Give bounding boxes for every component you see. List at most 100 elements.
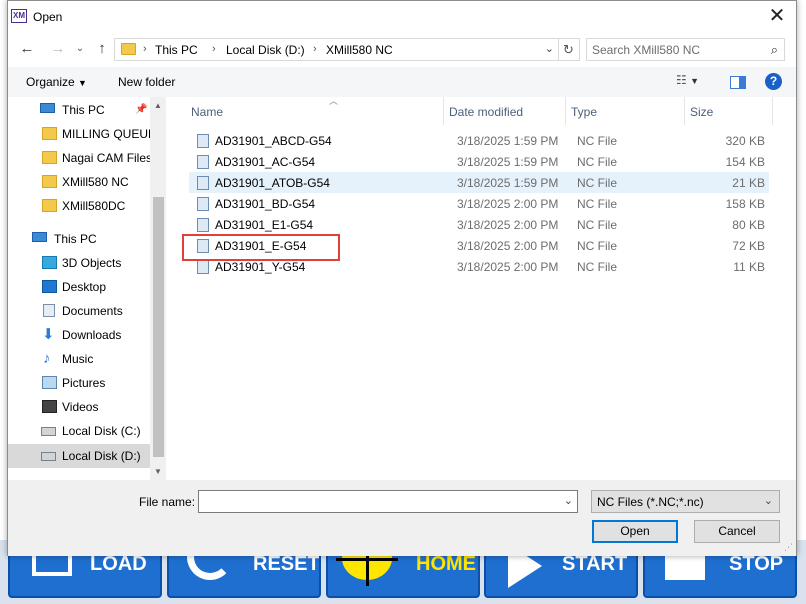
forward-arrow-icon[interactable]: → xyxy=(48,39,68,59)
file-row[interactable]: AD31901_E1-G54 3/18/2025 2:00 PM NC File… xyxy=(189,214,769,235)
cancel-button[interactable]: Cancel xyxy=(694,520,780,543)
nav-item-label: 3D Objects xyxy=(62,256,122,270)
nc-file-icon xyxy=(197,218,209,232)
desktop-icon xyxy=(42,280,57,293)
close-icon[interactable]: ✕ xyxy=(766,5,788,27)
search-icon: ⌕ xyxy=(770,42,778,57)
breadcrumb-separator: › xyxy=(313,43,317,55)
recent-locations-icon[interactable]: ⌄ xyxy=(70,39,90,59)
nav-item-local-disk-c[interactable]: Local Disk (C:) xyxy=(8,419,150,443)
file-type: NC File xyxy=(577,134,618,148)
nav-item-this-pc[interactable]: This PC xyxy=(8,227,150,251)
column-header-date[interactable]: Date modified xyxy=(443,97,565,125)
breadcrumb-local-disk-d[interactable]: Local Disk (D:) xyxy=(226,43,305,57)
resize-grip-icon[interactable]: ⋰ xyxy=(784,542,793,553)
videos-icon xyxy=(42,400,57,413)
breadcrumb-separator: › xyxy=(212,43,216,55)
address-bar[interactable]: › This PC › Local Disk (D:) › XMill580 N… xyxy=(114,38,559,61)
back-arrow-icon[interactable]: ← xyxy=(17,39,37,59)
nav-item-pictures[interactable]: Pictures xyxy=(8,371,150,395)
dropdown-arrow-icon: ▼ xyxy=(78,78,87,88)
stop-label: STOP xyxy=(729,553,784,575)
nav-item-label: This PC xyxy=(62,103,105,117)
nav-item-desktop[interactable]: Desktop xyxy=(8,275,150,299)
search-input[interactable]: Search XMill580 NC ⌕ xyxy=(586,38,785,61)
nav-item-label: Nagai CAM Files xyxy=(62,151,153,165)
nav-item-label: Downloads xyxy=(62,328,122,342)
folder-icon xyxy=(42,127,57,140)
title-bar: XM Open ✕ xyxy=(8,1,796,33)
column-header-label: Name xyxy=(191,105,224,119)
file-size: 80 KB xyxy=(732,218,765,232)
column-header-name[interactable]: Name ︿ xyxy=(185,96,443,125)
nav-item-videos[interactable]: Videos xyxy=(8,395,150,419)
column-divider[interactable] xyxy=(772,97,773,125)
column-header-type[interactable]: Type xyxy=(565,97,684,125)
nav-item-label: Local Disk (D:) xyxy=(62,449,141,463)
file-date: 3/18/2025 1:59 PM xyxy=(457,176,559,190)
organize-menu[interactable]: Organize ▼ xyxy=(26,75,87,89)
file-row[interactable]: AD31901_ABCD-G54 3/18/2025 1:59 PM NC Fi… xyxy=(189,130,769,151)
open-dialog: XM Open ✕ ← → ⌄ ↑ › This PC › Local Disk… xyxy=(7,0,797,556)
file-name: AD31901_BD-G54 xyxy=(215,197,316,211)
3d-objects-icon xyxy=(42,256,57,269)
navigation-scrollbar[interactable]: ▲ ▼ xyxy=(150,97,166,480)
nav-item-documents[interactable]: Documents xyxy=(8,299,150,323)
file-name: AD31901_AC-G54 xyxy=(215,155,316,169)
nav-item-nagai-cam-files[interactable]: Nagai CAM Files xyxy=(8,146,153,170)
change-view-button[interactable]: ☷ ▼ xyxy=(676,73,716,91)
reset-label: RESET xyxy=(253,553,320,575)
dialog-footer: File name: ⌄ NC Files (*.NC;*.nc) ⌄ Open… xyxy=(8,480,796,556)
pc-icon xyxy=(32,232,47,242)
scrollbar-thumb[interactable] xyxy=(153,197,164,457)
breadcrumb-xmill580-nc[interactable]: XMill580 NC xyxy=(326,43,393,57)
up-arrow-icon[interactable]: ↑ xyxy=(92,39,112,59)
nc-file-icon xyxy=(197,155,209,169)
breadcrumb-separator: › xyxy=(143,43,147,55)
navigation-bar: ← → ⌄ ↑ › This PC › Local Disk (D:) › XM… xyxy=(8,35,796,63)
nav-item-3d-objects[interactable]: 3D Objects xyxy=(8,251,150,275)
nav-item-xmill580-nc[interactable]: XMill580 NC xyxy=(8,170,150,194)
nav-item-music[interactable]: ♪ Music xyxy=(8,347,150,371)
file-name: AD31901_ATOB-G54 xyxy=(215,176,330,190)
file-size: 11 KB xyxy=(733,260,765,274)
file-row[interactable]: AD31901_BD-G54 3/18/2025 2:00 PM NC File… xyxy=(189,193,769,214)
nav-item-label: Videos xyxy=(62,400,99,414)
preview-pane-icon[interactable] xyxy=(730,76,746,89)
file-size: 21 KB xyxy=(732,176,765,190)
file-date: 3/18/2025 1:59 PM xyxy=(457,134,559,148)
file-type-filter-select[interactable]: NC Files (*.NC;*.nc) ⌄ xyxy=(591,490,780,513)
pin-icon[interactable]: 📌 xyxy=(135,104,147,115)
file-date: 3/18/2025 2:00 PM xyxy=(457,239,559,253)
home-crosshair-h xyxy=(336,558,398,561)
filter-selected-value: NC Files (*.NC;*.nc) xyxy=(597,495,704,509)
nc-file-icon xyxy=(197,197,209,211)
breadcrumb-this-pc[interactable]: This PC xyxy=(155,43,198,57)
nav-item-local-disk-d[interactable]: Local Disk (D:) xyxy=(8,444,150,468)
nav-item-label: Pictures xyxy=(62,376,106,390)
refresh-icon[interactable]: ↻ xyxy=(558,38,580,61)
file-name-input[interactable]: ⌄ xyxy=(198,490,578,513)
file-name: AD31901_ABCD-G54 xyxy=(215,134,332,148)
scroll-down-icon[interactable]: ▼ xyxy=(154,467,162,476)
column-header-size[interactable]: Size xyxy=(684,97,774,125)
file-size: 154 KB xyxy=(725,155,765,169)
documents-icon xyxy=(43,304,55,317)
file-name: AD31901_Y-G54 xyxy=(215,260,306,274)
folder-icon xyxy=(42,199,57,212)
nav-item-label: Documents xyxy=(62,304,123,318)
open-button[interactable]: Open xyxy=(592,520,678,543)
chevron-down-icon[interactable]: ⌄ xyxy=(545,42,554,55)
new-folder-button[interactable]: New folder xyxy=(118,75,175,89)
nav-item-milling-queue[interactable]: MILLING QUEUE xyxy=(8,122,156,146)
chevron-down-icon[interactable]: ⌄ xyxy=(564,494,573,507)
scroll-up-icon[interactable]: ▲ xyxy=(154,101,162,110)
disk-icon xyxy=(41,427,56,436)
nav-item-xmill580dc[interactable]: XMill580DC xyxy=(8,194,150,218)
file-row[interactable]: AD31901_AC-G54 3/18/2025 1:59 PM NC File… xyxy=(189,151,769,172)
file-type: NC File xyxy=(577,260,618,274)
file-row-hovered[interactable]: AD31901_ATOB-G54 3/18/2025 1:59 PM NC Fi… xyxy=(189,172,769,193)
nav-item-quick-access-this-pc[interactable]: This PC 📌 xyxy=(8,98,150,122)
help-icon[interactable]: ? xyxy=(765,73,782,90)
nav-item-downloads[interactable]: ⬇ Downloads xyxy=(8,323,150,347)
